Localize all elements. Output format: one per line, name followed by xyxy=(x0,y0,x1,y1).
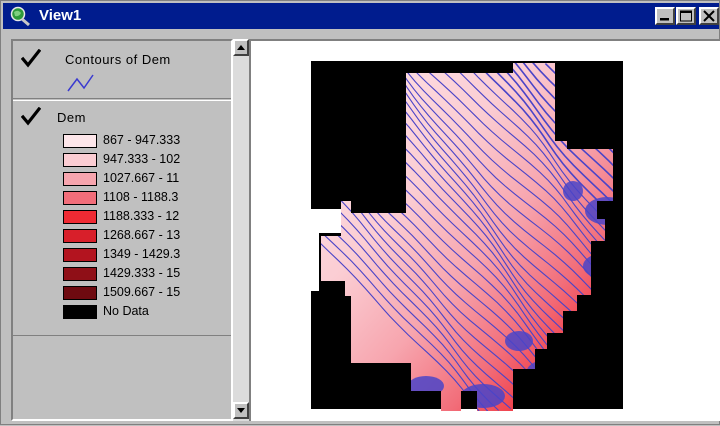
legend-label: No Data xyxy=(103,304,149,318)
scroll-up-button[interactable] xyxy=(233,39,249,56)
title-bar[interactable]: View1 xyxy=(3,3,719,29)
legend-label: 1429.333 - 15 xyxy=(103,266,180,280)
close-icon xyxy=(701,9,717,23)
window-title: View1 xyxy=(39,7,81,24)
legend-label: 1108 - 1188.3 xyxy=(103,190,178,204)
legend-swatch[interactable] xyxy=(63,172,97,186)
checkmark-icon[interactable] xyxy=(21,107,41,127)
legend-swatch[interactable] xyxy=(63,229,97,243)
legend-swatch[interactable] xyxy=(63,286,97,300)
dem-map[interactable] xyxy=(251,41,720,421)
legend-row[interactable]: 1349 - 1429.3 xyxy=(63,246,231,264)
legend-row[interactable]: 1509.667 - 15 xyxy=(63,284,231,302)
maximize-button[interactable] xyxy=(676,7,696,25)
legend-row[interactable]: 1429.333 - 15 xyxy=(63,265,231,283)
theme-dem[interactable]: Dem 867 - 947.333 947.333 - 102 1027.667 -… xyxy=(13,100,231,336)
legend-swatch[interactable] xyxy=(63,267,97,281)
contour-line-icon xyxy=(65,71,111,95)
theme-label-dem: Dem xyxy=(57,110,86,125)
table-of-contents[interactable]: Contours of Dem Dem 867 - 947.333 947.333… xyxy=(11,39,233,421)
arrow-up-icon xyxy=(235,41,247,54)
legend-label: 1188.333 - 12 xyxy=(103,209,179,223)
legend-row[interactable]: 1027.667 - 11 xyxy=(63,170,231,188)
legend-row[interactable]: 1268.667 - 13 xyxy=(63,227,231,245)
legend-label: 947.333 - 102 xyxy=(103,152,180,166)
close-button[interactable] xyxy=(699,7,719,25)
legend-label: 867 - 947.333 xyxy=(103,133,180,147)
legend-label: 1027.667 - 11 xyxy=(103,171,179,185)
globe-magnifier-icon xyxy=(9,6,31,26)
legend-swatch[interactable] xyxy=(63,134,97,148)
legend-row[interactable]: 1108 - 1188.3 xyxy=(63,189,231,207)
scroll-down-button[interactable] xyxy=(233,402,249,419)
contour-line xyxy=(618,58,720,408)
contour-cluster xyxy=(563,181,583,201)
arrow-down-icon xyxy=(235,404,247,417)
map-display[interactable] xyxy=(249,39,720,421)
theme-contours[interactable]: Contours of Dem xyxy=(13,41,231,99)
legend-label: 1509.667 - 15 xyxy=(103,285,180,299)
minimize-icon xyxy=(657,9,673,23)
minimize-button[interactable] xyxy=(655,7,675,25)
legend-row[interactable]: 947.333 - 102 xyxy=(63,151,231,169)
legend-swatch[interactable] xyxy=(63,305,97,319)
view-window: View1 Contours of Dem Dem 867 - 947.3339 xyxy=(0,0,720,425)
legend-row[interactable]: 867 - 947.333 xyxy=(63,132,231,150)
legend-label: 1268.667 - 13 xyxy=(103,228,180,242)
checkmark-icon[interactable] xyxy=(21,49,41,69)
theme-label-contours: Contours of Dem xyxy=(65,52,171,67)
legend-swatch[interactable] xyxy=(63,153,97,167)
maximize-icon xyxy=(678,9,694,23)
legend-row[interactable]: 1188.333 - 12 xyxy=(63,208,231,226)
contour-line xyxy=(607,59,720,407)
legend-row[interactable]: No Data xyxy=(63,303,231,321)
legend-swatch[interactable] xyxy=(63,210,97,224)
legend-swatch[interactable] xyxy=(63,248,97,262)
legend-label: 1349 - 1429.3 xyxy=(103,247,180,261)
contour-cluster xyxy=(505,331,533,351)
legend-swatch[interactable] xyxy=(63,191,97,205)
toc-scrollbar[interactable] xyxy=(233,39,249,421)
